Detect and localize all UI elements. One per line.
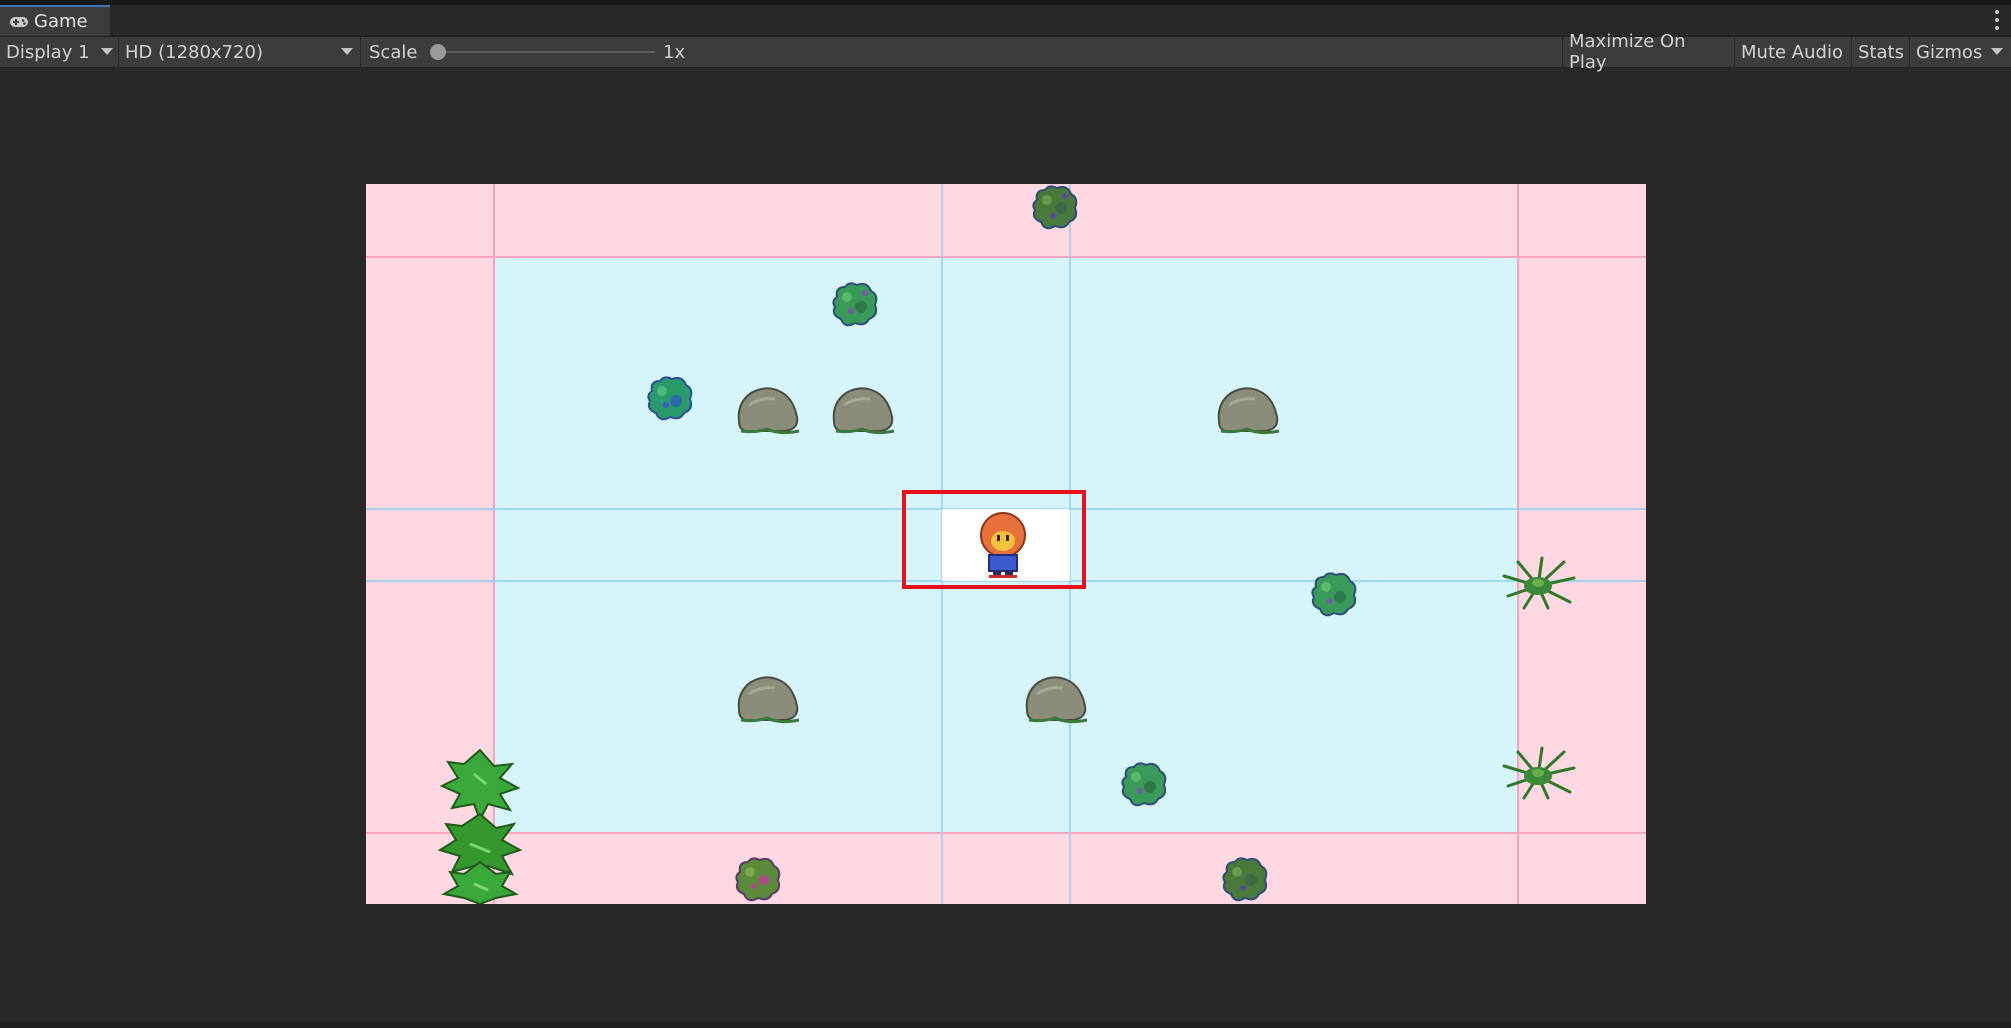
scale-label: Scale — [369, 37, 417, 67]
mute-audio-button[interactable]: Mute Audio — [1734, 37, 1851, 67]
scale-value: 1x — [663, 37, 685, 67]
bush-sprite — [832, 282, 878, 327]
tab-label: Game — [34, 11, 88, 32]
stats-button[interactable]: Stats — [1851, 37, 1909, 67]
rock-sprite — [737, 387, 800, 435]
gizmos-button[interactable]: Gizmos — [1909, 37, 1989, 67]
stats-label: Stats — [1858, 41, 1904, 63]
bush-sprite — [647, 376, 693, 421]
rock-sprite — [832, 387, 895, 435]
toolbar-divider — [360, 37, 361, 67]
tree-sprite — [437, 748, 523, 904]
grid-line — [366, 832, 1646, 834]
gizmos-label: Gizmos — [1916, 41, 1983, 63]
rock-sprite — [1217, 387, 1280, 435]
game-viewport[interactable] — [366, 184, 1646, 904]
mute-audio-label: Mute Audio — [1741, 41, 1843, 63]
maximize-on-play-button[interactable]: Maximize On Play — [1562, 31, 1734, 73]
window-bottom-border — [0, 1022, 2011, 1028]
bush-sprite — [1222, 857, 1268, 902]
chevron-down-icon — [101, 48, 113, 55]
scale-slider-track[interactable] — [438, 51, 655, 53]
fern-sprite — [1502, 556, 1576, 610]
resolution-select[interactable]: HD (1280x720) — [125, 37, 355, 67]
selection-outline — [902, 490, 1086, 589]
bush-sprite — [735, 857, 781, 902]
display-select-label: Display 1 — [6, 41, 90, 63]
bush-sprite — [1032, 185, 1078, 230]
resolution-select-label: HD (1280x720) — [125, 41, 263, 63]
tab-game[interactable]: Game — [0, 5, 110, 36]
scale-slider-thumb[interactable] — [430, 44, 446, 60]
rock-sprite — [1025, 676, 1088, 724]
chevron-down-icon[interactable] — [1991, 48, 2003, 55]
grid-line — [366, 256, 1646, 258]
maximize-on-play-label: Maximize On Play — [1569, 31, 1686, 73]
display-select[interactable]: Display 1 — [6, 37, 116, 67]
bush-sprite — [1121, 762, 1167, 807]
bush-sprite — [1311, 572, 1357, 617]
chevron-down-icon — [341, 48, 353, 55]
fern-sprite — [1502, 746, 1576, 800]
scale-label-text: Scale — [369, 41, 418, 63]
more-options-icon[interactable] — [1995, 10, 2001, 30]
toolbar-divider — [118, 37, 119, 67]
scale-value-text: 1x — [663, 41, 686, 63]
rock-sprite — [737, 676, 800, 724]
gamepad-icon — [9, 16, 29, 28]
